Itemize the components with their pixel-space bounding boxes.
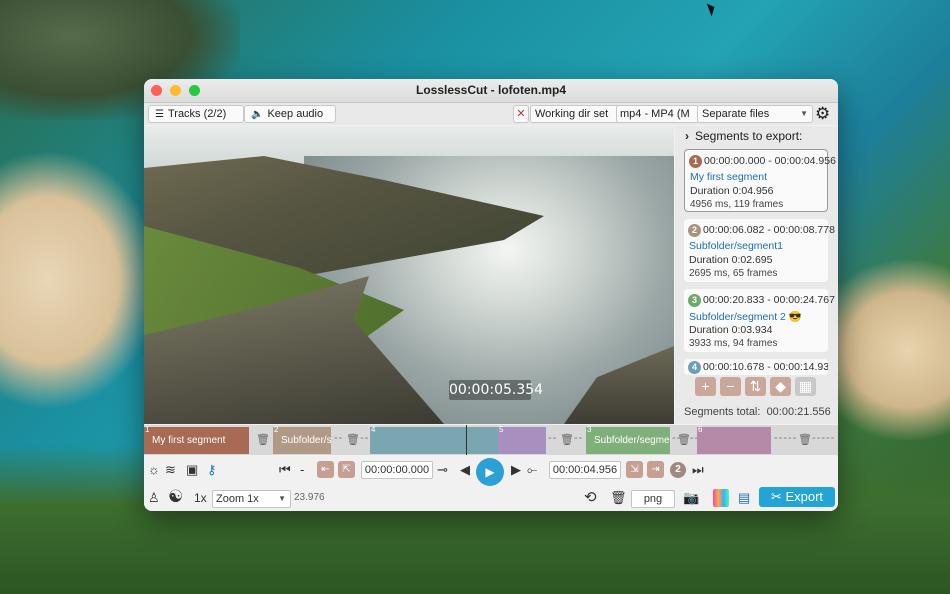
settings-sun-icon[interactable]: ☼	[148, 462, 160, 478]
mouse-cursor-icon	[706, 1, 718, 17]
segments-total: Segments total: 00:00:21.556	[684, 406, 831, 418]
rotate-icon[interactable]: ⟲	[584, 490, 597, 506]
prev-frame-icon[interactable]: ◀	[460, 462, 470, 478]
split-segment-icon[interactable]: ▦	[795, 377, 816, 396]
output-mode-select[interactable]: Separate files ▼	[697, 105, 813, 123]
next-frame-icon[interactable]: ▶	[511, 462, 521, 478]
key-end-icon[interactable]: ⟜	[527, 462, 537, 478]
list-icon: ☰	[155, 109, 164, 120]
title-bar: LosslessCut - lofoten.mp4	[144, 79, 838, 103]
trash-icon[interactable]: 🗑	[346, 433, 360, 446]
waveform-icon[interactable]: ≋	[165, 462, 176, 478]
keep-audio-button[interactable]: 🔈 Keep audio	[244, 105, 336, 123]
tracks-button[interactable]: ☰ Tracks (2/2)	[148, 105, 244, 123]
segment-item[interactable]: 3 00:00:20.833 - 00:00:24.767 Subfolder/s…	[684, 289, 835, 352]
calendar-icon[interactable]: ▤	[738, 490, 750, 506]
thumbnails-icon[interactable]: ▣	[186, 462, 198, 478]
window-title: LosslessCut - lofoten.mp4	[415, 83, 567, 97]
format-select[interactable]: mp4 - MP4 (M	[616, 105, 699, 123]
start-time-input[interactable]: 00:00:00.000	[361, 461, 433, 479]
chevron-down-icon: ▼	[278, 494, 286, 503]
scissors-icon: ✂	[770, 489, 782, 504]
remove-segment-icon[interactable]: −	[720, 377, 741, 396]
desktop-beach-left	[0, 150, 160, 410]
jump-start-icon[interactable]: ⏮	[279, 462, 291, 478]
trash-icon[interactable]: 🗑	[560, 433, 574, 446]
segment-name: Subfolder/segment1	[689, 240, 783, 252]
segment-frames: 4956 ms, 119 frames	[690, 199, 784, 210]
end-time-input[interactable]: 00:00:04.956	[549, 461, 621, 479]
playhead[interactable]	[466, 425, 467, 455]
close-window-button[interactable]	[151, 85, 162, 96]
zoom-select[interactable]: Zoom 1x ▼	[212, 490, 291, 508]
timeline-segment[interactable]: Subfolder/segmer	[586, 427, 670, 454]
key-start-icon[interactable]: ⊸	[437, 462, 448, 478]
trash-icon[interactable]: 🗑	[677, 433, 691, 446]
segment-duration: Duration 0:02.695	[689, 254, 773, 266]
trash-icon[interactable]: 🗑	[798, 433, 812, 446]
timeline-segment[interactable]: My first segment	[144, 427, 249, 454]
segment-frames: 2695 ms, 65 frames	[689, 268, 778, 279]
trash-icon[interactable]: 🗑	[610, 490, 627, 506]
add-segment-icon[interactable]: +	[695, 377, 716, 396]
working-dir-button[interactable]: Working dir set	[530, 105, 620, 123]
segments-sidebar: › Segments to export: 1 00:00:00.000 - 00:…	[675, 126, 838, 424]
app-window: LosslessCut - lofoten.mp4 ☰ Tracks (2/2) …	[144, 79, 838, 511]
yin-yang-icon[interactable]: ☯	[168, 488, 183, 505]
playback-speed[interactable]: 1x	[194, 491, 207, 505]
play-button[interactable]: ▶	[476, 458, 504, 486]
set-start-button[interactable]: ⇤	[317, 461, 334, 478]
current-time-label: 00:00:05.354	[449, 380, 544, 400]
color-palette-icon[interactable]	[713, 489, 729, 507]
tag-icon[interactable]: ◆	[770, 377, 791, 396]
key-icon[interactable]: ⚷	[207, 462, 217, 478]
timeline-segment[interactable]: Subfolder/se	[273, 427, 331, 454]
cut-end-button[interactable]: ⇲	[626, 461, 643, 478]
fps-label: 23.976	[294, 492, 325, 503]
segment-item[interactable]: 1 00:00:00.000 - 00:00:04.956 My first se…	[684, 149, 836, 212]
sort-segments-icon[interactable]: ⇅	[745, 377, 766, 396]
segment-frames: 3933 ms, 94 frames	[689, 338, 778, 349]
export-button[interactable]: ✂ Export	[759, 487, 835, 507]
close-icon: ✕	[516, 108, 526, 120]
person-icon[interactable]: ♙	[148, 490, 160, 506]
segment-item[interactable]: 4 00:00:10.678 - 00:00:14.933	[684, 359, 828, 375]
segment-number-badge: 2	[670, 462, 686, 478]
speaker-icon: 🔈	[251, 109, 264, 120]
top-toolbar: ☰ Tracks (2/2) 🔈 Keep audio ✕ Working dir …	[144, 103, 838, 125]
controls-bar: ☼ ≋ ▣ ⚷ ⏮ - ⇤ ⇱ 00:00:00.000 ⊸ ◀ ▶ ▶ ⟜ 0…	[144, 455, 838, 511]
timeline[interactable]: My first segment 1 🗑 Subfolder/se 2 -- 🗑…	[144, 425, 838, 455]
segment-name: My first segment	[690, 171, 768, 183]
segment-name: Subfolder/segment 2 😎	[689, 311, 802, 323]
segment-duration: Duration 0:03.934	[689, 324, 773, 336]
settings-gear-icon[interactable]: ⚙	[815, 103, 830, 125]
minimize-window-button[interactable]	[170, 85, 181, 96]
jump-end-icon[interactable]: ⏭	[692, 462, 704, 478]
chevron-down-icon: ▼	[800, 109, 808, 118]
chevron-right-icon[interactable]: ›	[685, 129, 689, 143]
zoom-window-button[interactable]	[189, 85, 200, 96]
timeline-segment[interactable]	[697, 427, 771, 454]
trash-icon[interactable]: 🗑	[256, 433, 270, 446]
segment-item[interactable]: 2 00:00:06.082 - 00:00:08.778 Subfolder/s…	[684, 219, 835, 282]
cut-start-button[interactable]: ⇱	[338, 461, 355, 478]
segment-tools: + − ⇅ ◆ ▦	[695, 377, 816, 396]
segments-title: › Segments to export:	[685, 129, 803, 143]
camera-icon[interactable]: 📷	[683, 490, 699, 506]
video-preview[interactable]	[144, 126, 674, 424]
set-end-button[interactable]: ⇥	[647, 461, 664, 478]
segment-duration: Duration 0:04.956	[690, 185, 774, 197]
timeline-segment[interactable]	[498, 427, 546, 454]
capture-format-select[interactable]: png	[631, 490, 675, 508]
clear-working-dir-button[interactable]: ✕	[513, 105, 529, 123]
